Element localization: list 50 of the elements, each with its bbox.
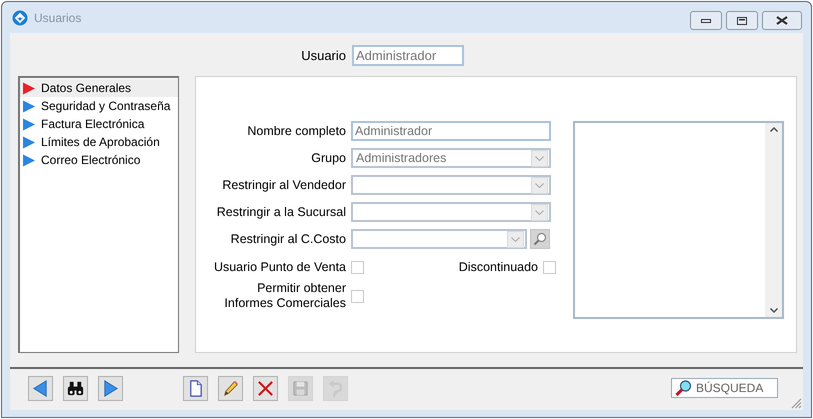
resize-grip-icon[interactable] bbox=[791, 398, 802, 409]
search-icon bbox=[675, 380, 692, 396]
field-label: Nombre completo bbox=[246, 122, 347, 140]
navigation-item[interactable]: Límites de Aprobación bbox=[20, 133, 178, 151]
arrow-icon bbox=[22, 100, 36, 112]
arrow-icon bbox=[22, 154, 36, 166]
x-icon bbox=[256, 378, 275, 398]
checkbox[interactable] bbox=[351, 260, 364, 274]
field-label: Usuario bbox=[300, 46, 346, 65]
pencil-icon bbox=[221, 378, 240, 398]
navigation-item[interactable]: Correo Electrónico bbox=[20, 151, 178, 169]
input-field[interactable]: Administrador bbox=[352, 45, 464, 66]
checkbox-label: Usuario Punto de Venta bbox=[212, 258, 347, 276]
find-button[interactable] bbox=[63, 376, 88, 400]
field-label: Restringir al C.Costo bbox=[230, 230, 347, 248]
scroll-down-icon[interactable] bbox=[770, 308, 778, 313]
edit-button[interactable] bbox=[218, 376, 243, 400]
search-field[interactable]: BÚSQUEDA bbox=[671, 378, 778, 398]
window-title: Usuarios bbox=[34, 10, 82, 26]
maximize-button[interactable] bbox=[726, 11, 758, 30]
maximize-icon bbox=[737, 16, 747, 24]
field-label: Grupo bbox=[310, 150, 347, 167]
dropdown[interactable] bbox=[351, 202, 551, 222]
close-icon bbox=[776, 16, 788, 25]
input-field[interactable]: Administrador bbox=[351, 121, 551, 141]
arrow-icon bbox=[22, 82, 36, 94]
next-button[interactable] bbox=[98, 376, 123, 400]
dropdown[interactable]: Administradores bbox=[351, 148, 551, 168]
arrow-icon bbox=[22, 118, 36, 130]
navigation-item[interactable]: Datos Generales bbox=[20, 79, 178, 97]
checkbox-label: Permitir obtener Informes Comerciales bbox=[223, 281, 346, 311]
field-label: Restringir al Vendedor bbox=[221, 176, 347, 194]
close-button[interactable] bbox=[762, 11, 802, 30]
arrow-icon bbox=[22, 136, 36, 148]
delete-button[interactable] bbox=[253, 376, 278, 400]
new-button[interactable] bbox=[183, 376, 208, 400]
search-button[interactable] bbox=[530, 229, 550, 249]
minimize-icon bbox=[701, 18, 711, 22]
scrollbar[interactable] bbox=[765, 123, 782, 317]
minimize-button[interactable] bbox=[690, 11, 722, 30]
scroll-up-icon[interactable] bbox=[770, 127, 778, 132]
checkbox[interactable] bbox=[543, 260, 556, 274]
dropdown[interactable] bbox=[351, 175, 551, 195]
checkbox[interactable] bbox=[351, 290, 364, 302]
field-label: Restringir a la Sucursal bbox=[216, 204, 347, 221]
previous-button[interactable] bbox=[28, 376, 53, 400]
navigation-item[interactable]: Seguridad y Contraseña bbox=[20, 97, 178, 115]
navigation-item[interactable]: Factura Electrónica bbox=[20, 115, 178, 133]
app-logo-icon bbox=[12, 10, 28, 26]
checkbox-label: Discontinuado bbox=[458, 258, 539, 276]
